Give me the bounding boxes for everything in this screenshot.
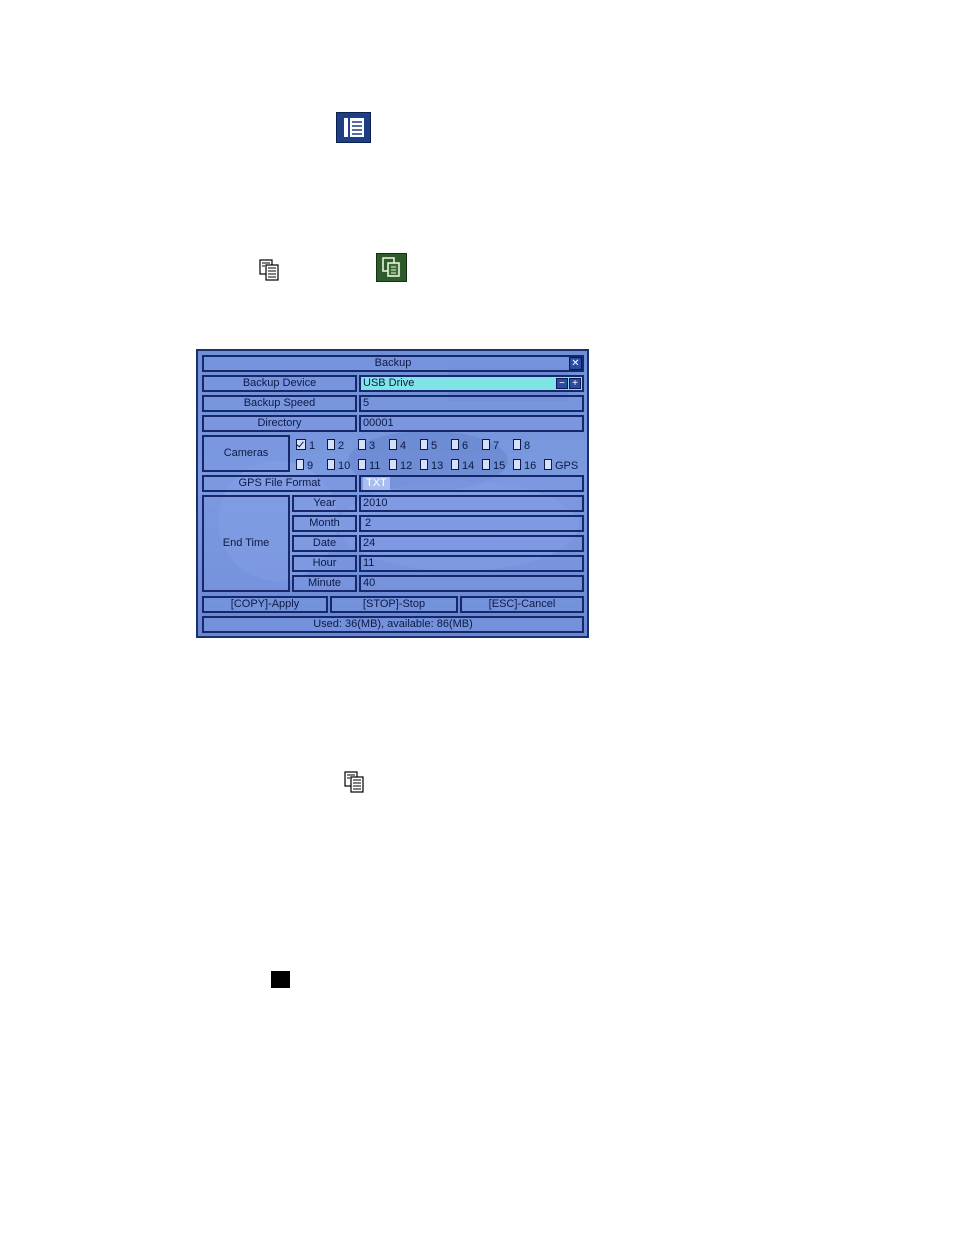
copy-icon [258, 258, 284, 282]
backup-dialog: Backup ✕ Backup Device USB Drive − + Bac… [196, 349, 589, 638]
end-time-label: End Time [202, 495, 290, 592]
copy-icon [343, 770, 369, 794]
checkbox-icon [420, 439, 428, 450]
checkbox-checked-icon [296, 439, 306, 450]
camera-label: 7 [493, 440, 500, 452]
checkbox-icon [513, 459, 521, 470]
dialog-title: Backup [202, 355, 584, 372]
camera-checkbox-7[interactable]: 7 [482, 439, 499, 452]
hour-field[interactable]: 11 [359, 555, 584, 572]
camera-checkbox-14[interactable]: 14 [451, 459, 474, 472]
camera-checkbox-gps[interactable]: GPS [544, 459, 578, 472]
decrease-icon[interactable]: − [556, 378, 568, 389]
minute-field[interactable]: 40 [359, 575, 584, 592]
camera-label: 9 [307, 460, 314, 472]
camera-checkbox-9[interactable]: 9 [296, 459, 313, 472]
camera-label: 2 [338, 440, 345, 452]
camera-label: 12 [400, 460, 413, 472]
camera-checkbox-12[interactable]: 12 [389, 459, 412, 472]
camera-label: 15 [493, 460, 506, 472]
stop-icon [271, 971, 290, 988]
backup-speed-field[interactable]: 5 [359, 395, 584, 412]
hour-label: Hour [292, 555, 357, 572]
status-bar: Used: 36(MB), available: 86(MB) [202, 616, 584, 633]
close-icon[interactable]: ✕ [569, 357, 582, 370]
checkbox-icon [482, 439, 490, 450]
checkbox-icon [296, 459, 304, 470]
camera-label: GPS [555, 460, 579, 472]
camera-checkbox-10[interactable]: 10 [327, 459, 350, 472]
camera-label: 5 [431, 440, 438, 452]
date-field[interactable]: 24 [359, 535, 584, 552]
backup-device-field[interactable]: USB Drive [359, 375, 584, 392]
camera-checkbox-16[interactable]: 16 [513, 459, 536, 472]
minute-label: Minute [292, 575, 357, 592]
menu-icon [336, 112, 371, 143]
checkbox-icon [513, 439, 521, 450]
camera-checkbox-5[interactable]: 5 [420, 439, 437, 452]
checkbox-icon [389, 439, 397, 450]
checkbox-icon [358, 439, 366, 450]
camera-checkbox-1[interactable]: 1 [296, 439, 315, 452]
camera-checkbox-15[interactable]: 15 [482, 459, 505, 472]
checkbox-icon [420, 459, 428, 470]
gps-file-format-field[interactable]: TXT [359, 475, 584, 492]
camera-label: 1 [309, 440, 316, 452]
camera-label: 11 [369, 460, 381, 472]
directory-label: Directory [202, 415, 357, 432]
checkbox-icon [327, 439, 335, 450]
date-label: Date [292, 535, 357, 552]
increase-icon[interactable]: + [569, 378, 581, 389]
camera-checkbox-2[interactable]: 2 [327, 439, 344, 452]
checkbox-icon [544, 459, 552, 470]
camera-label: 4 [400, 440, 407, 452]
camera-checkbox-13[interactable]: 13 [420, 459, 443, 472]
camera-checkbox-3[interactable]: 3 [358, 439, 375, 452]
backup-speed-label: Backup Speed [202, 395, 357, 412]
camera-checkbox-8[interactable]: 8 [513, 439, 530, 452]
month-label: Month [292, 515, 357, 532]
camera-label: 10 [338, 460, 351, 472]
month-field[interactable]: 2 [359, 515, 584, 532]
month-value: 2 [365, 517, 372, 529]
gps-file-format-label: GPS File Format [202, 475, 357, 492]
camera-label: 14 [462, 460, 475, 472]
gps-file-format-value: TXT [363, 477, 390, 490]
camera-checkbox-4[interactable]: 4 [389, 439, 406, 452]
year-label: Year [292, 495, 357, 512]
checkbox-icon [451, 459, 459, 470]
year-field[interactable]: 2010 [359, 495, 584, 512]
camera-label: 16 [524, 460, 537, 472]
apply-button[interactable]: [COPY]-Apply [202, 596, 328, 613]
backup-device-value: USB Drive [363, 377, 415, 389]
cancel-button[interactable]: [ESC]-Cancel [460, 596, 584, 613]
camera-checkbox-11[interactable]: 11 [358, 459, 380, 472]
checkbox-icon [327, 459, 335, 470]
checkbox-icon [358, 459, 366, 470]
camera-label: 8 [524, 440, 531, 452]
camera-label: 6 [462, 440, 469, 452]
checkbox-icon [451, 439, 459, 450]
checkbox-icon [389, 459, 397, 470]
stop-button[interactable]: [STOP]-Stop [330, 596, 458, 613]
camera-label: 13 [431, 460, 444, 472]
cameras-label: Cameras [202, 435, 290, 472]
camera-checkbox-6[interactable]: 6 [451, 439, 468, 452]
backup-device-label: Backup Device [202, 375, 357, 392]
background-image [218, 361, 578, 581]
backup-icon [376, 253, 407, 282]
checkbox-icon [482, 459, 490, 470]
camera-label: 3 [369, 440, 376, 452]
directory-field[interactable]: 00001 [359, 415, 584, 432]
